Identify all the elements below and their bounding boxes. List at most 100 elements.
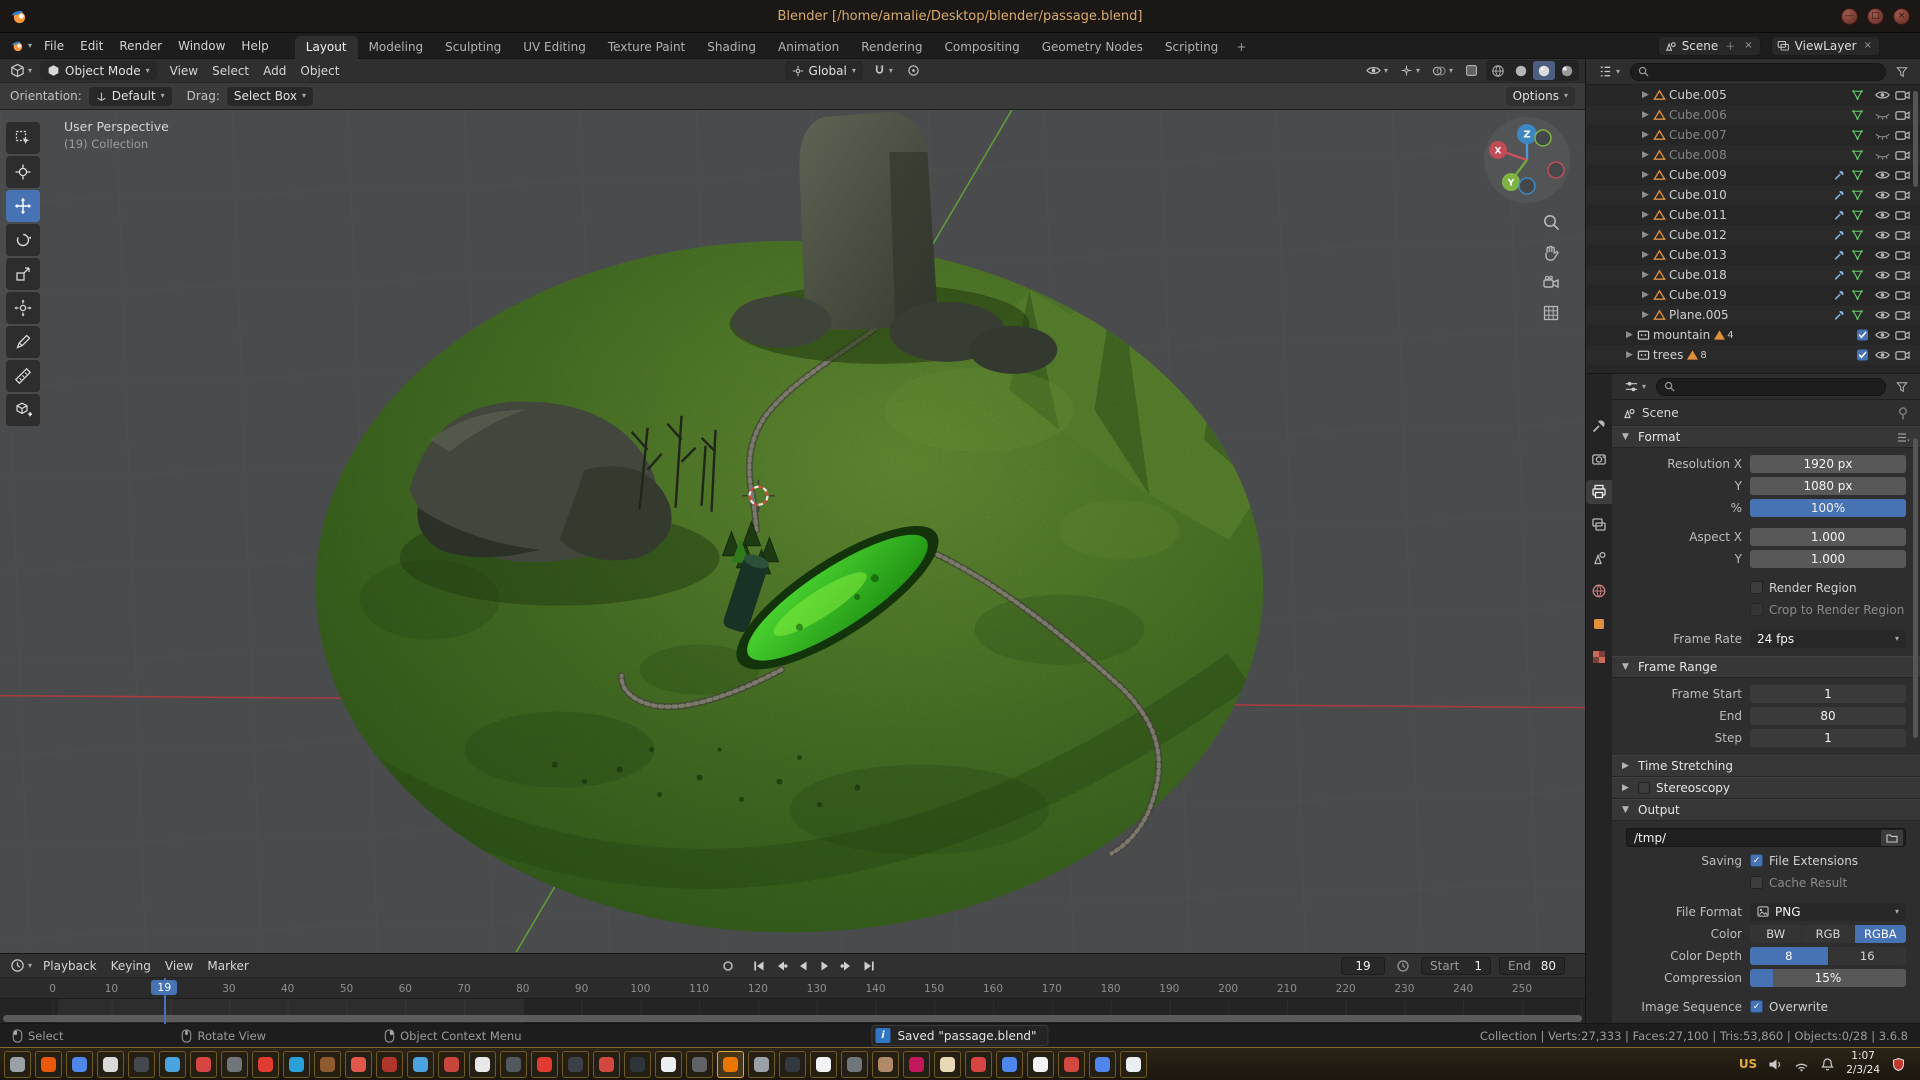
- depth-16-button[interactable]: 16: [1829, 947, 1907, 965]
- zoom-icon[interactable]: [1539, 210, 1563, 234]
- annotate-tool-button[interactable]: [6, 326, 40, 358]
- outliner-item[interactable]: ▶Cube.019: [1586, 285, 1920, 305]
- outliner-item[interactable]: ▶Cube.008: [1586, 145, 1920, 165]
- output-path-field[interactable]: /tmp/: [1626, 828, 1906, 847]
- timeline-editor-button[interactable]: ▾: [6, 956, 36, 975]
- workspace-tab-uv-editing[interactable]: UV Editing: [512, 36, 597, 59]
- resolution-y-field[interactable]: 1080 px: [1750, 477, 1906, 495]
- taskbar-code-editor[interactable]: [562, 1051, 589, 1078]
- volume-icon[interactable]: [1768, 1057, 1783, 1072]
- frame-step-field[interactable]: 1: [1750, 729, 1906, 747]
- orientation-dropdown[interactable]: Default ▾: [89, 87, 172, 106]
- auto-keying-toggle[interactable]: [718, 957, 738, 975]
- shading-solid-button[interactable]: [1510, 61, 1532, 80]
- menu-edit[interactable]: Edit: [72, 39, 111, 53]
- properties-editor-button[interactable]: ▾: [1620, 377, 1650, 396]
- taskbar-messenger[interactable]: [407, 1051, 434, 1078]
- properties-search-input[interactable]: [1656, 378, 1886, 396]
- taskbar-firefox[interactable]: [35, 1051, 62, 1078]
- taskbar-pdf-reader[interactable]: [965, 1051, 992, 1078]
- aspect-x-field[interactable]: 1.000: [1750, 528, 1906, 546]
- taskbar-photos[interactable]: [314, 1051, 341, 1078]
- workspace-tab-scripting[interactable]: Scripting: [1154, 36, 1229, 59]
- outliner-filter-icon[interactable]: [1892, 62, 1912, 81]
- expand-icon[interactable]: ▶: [1638, 150, 1653, 160]
- taskbar-office[interactable]: [655, 1051, 682, 1078]
- taskbar-music-player[interactable]: [376, 1051, 403, 1078]
- select-box-tool-button[interactable]: [6, 122, 40, 154]
- viewport-menu-add[interactable]: Add: [256, 59, 293, 83]
- timeline-menu-marker[interactable]: Marker: [200, 954, 255, 978]
- frame-start-field[interactable]: 1: [1750, 685, 1906, 703]
- outliner-item[interactable]: ▶Cube.012: [1586, 225, 1920, 245]
- object-visibility-dropdown[interactable]: ▾: [1362, 61, 1392, 80]
- jump-to-next-keyframe-button[interactable]: [837, 957, 857, 975]
- playhead-frame-badge[interactable]: 19: [151, 980, 177, 995]
- workspace-tab-layout[interactable]: Layout: [295, 36, 358, 59]
- menu-render[interactable]: Render: [111, 39, 170, 53]
- timeline-tracks[interactable]: [0, 999, 1585, 1024]
- outliner-item[interactable]: ▶mountain4: [1586, 325, 1920, 345]
- play-reverse-button[interactable]: [793, 957, 813, 975]
- section-frame-range[interactable]: ▼ Frame Range: [1612, 656, 1920, 678]
- taskbar-archive-manager[interactable]: [624, 1051, 651, 1078]
- taskbar-krita[interactable]: [748, 1051, 775, 1078]
- editor-type-button[interactable]: ▾: [6, 61, 36, 80]
- snapping-toggle[interactable]: ▾: [869, 61, 897, 80]
- open-directory-button[interactable]: [1881, 830, 1903, 846]
- taskbar-file-manager[interactable]: [97, 1051, 124, 1078]
- current-frame-field[interactable]: 19: [1341, 957, 1385, 975]
- maximize-button[interactable]: □: [1867, 8, 1884, 25]
- viewport-menu-select[interactable]: Select: [205, 59, 256, 83]
- gizmo-z-label[interactable]: Z: [1523, 130, 1530, 141]
- pan-hand-icon[interactable]: [1539, 241, 1563, 265]
- keyboard-layout-indicator[interactable]: US: [1739, 1057, 1757, 1071]
- taskbar-youtube-music[interactable]: [252, 1051, 279, 1078]
- viewlayer-selector[interactable]: ViewLayer ×: [1771, 36, 1880, 56]
- taskbar-youtube[interactable]: [531, 1051, 558, 1078]
- outliner-editor-button[interactable]: ▾: [1594, 62, 1624, 81]
- expand-icon[interactable]: ▶: [1638, 210, 1653, 220]
- workspace-tab-animation[interactable]: Animation: [767, 36, 850, 59]
- file-extensions-checkbox[interactable]: [1750, 854, 1763, 867]
- workspace-tab-modeling[interactable]: Modeling: [358, 36, 435, 59]
- properties-render-tab[interactable]: [1586, 447, 1612, 471]
- section-time-stretching[interactable]: ▶ Time Stretching: [1612, 755, 1920, 777]
- timeline-menu-view[interactable]: View: [158, 954, 200, 978]
- cache-result-checkbox[interactable]: [1750, 876, 1763, 889]
- clock[interactable]: 1:07 2/3/24: [1846, 1050, 1880, 1077]
- expand-icon[interactable]: ▶: [1638, 170, 1653, 180]
- jump-to-prev-keyframe-button[interactable]: [771, 957, 791, 975]
- frame-end-field[interactable]: End80: [1499, 957, 1565, 975]
- taskbar-chat[interactable]: [996, 1051, 1023, 1078]
- taskbar-mail[interactable]: [159, 1051, 186, 1078]
- workspace-tab-compositing[interactable]: Compositing: [933, 36, 1030, 59]
- outliner-item[interactable]: ▶Cube.011: [1586, 205, 1920, 225]
- expand-icon[interactable]: ▶: [1638, 90, 1653, 100]
- properties-texture-tab[interactable]: [1586, 645, 1612, 669]
- network-icon[interactable]: [1794, 1057, 1809, 1072]
- taskbar-blender[interactable]: [717, 1051, 744, 1078]
- play-button[interactable]: [815, 957, 835, 975]
- scene-selector[interactable]: Scene ＋ ×: [1658, 36, 1761, 56]
- timeline-menu-keying[interactable]: Keying: [104, 954, 158, 978]
- expand-icon[interactable]: ▶: [1638, 190, 1653, 200]
- crop-render-region-checkbox[interactable]: [1750, 603, 1763, 616]
- section-format[interactable]: ▼ Format: [1612, 426, 1920, 448]
- outliner-item[interactable]: ▶Cube.006: [1586, 105, 1920, 125]
- taskbar-inkscape[interactable]: [903, 1051, 930, 1078]
- transform-orientation-dropdown[interactable]: Global ▾: [785, 61, 863, 80]
- gizmo-x-label[interactable]: X: [1495, 147, 1502, 157]
- properties-world-tab[interactable]: [1586, 579, 1612, 603]
- show-overlays-toggle[interactable]: ▾: [1428, 61, 1457, 80]
- rotate-tool-button[interactable]: [6, 224, 40, 256]
- frame-rate-dropdown[interactable]: 24 fps▾: [1750, 630, 1906, 648]
- taskbar-web-browser[interactable]: [66, 1051, 93, 1078]
- color-bw-button[interactable]: BW: [1750, 925, 1801, 943]
- menu-file[interactable]: File: [36, 39, 72, 53]
- stereoscopy-checkbox[interactable]: [1638, 782, 1650, 794]
- jump-to-end-button[interactable]: [859, 957, 879, 975]
- expand-icon[interactable]: ▶: [1622, 350, 1637, 360]
- taskbar-screenshot-tool[interactable]: [686, 1051, 713, 1078]
- expand-icon[interactable]: ▶: [1638, 250, 1653, 260]
